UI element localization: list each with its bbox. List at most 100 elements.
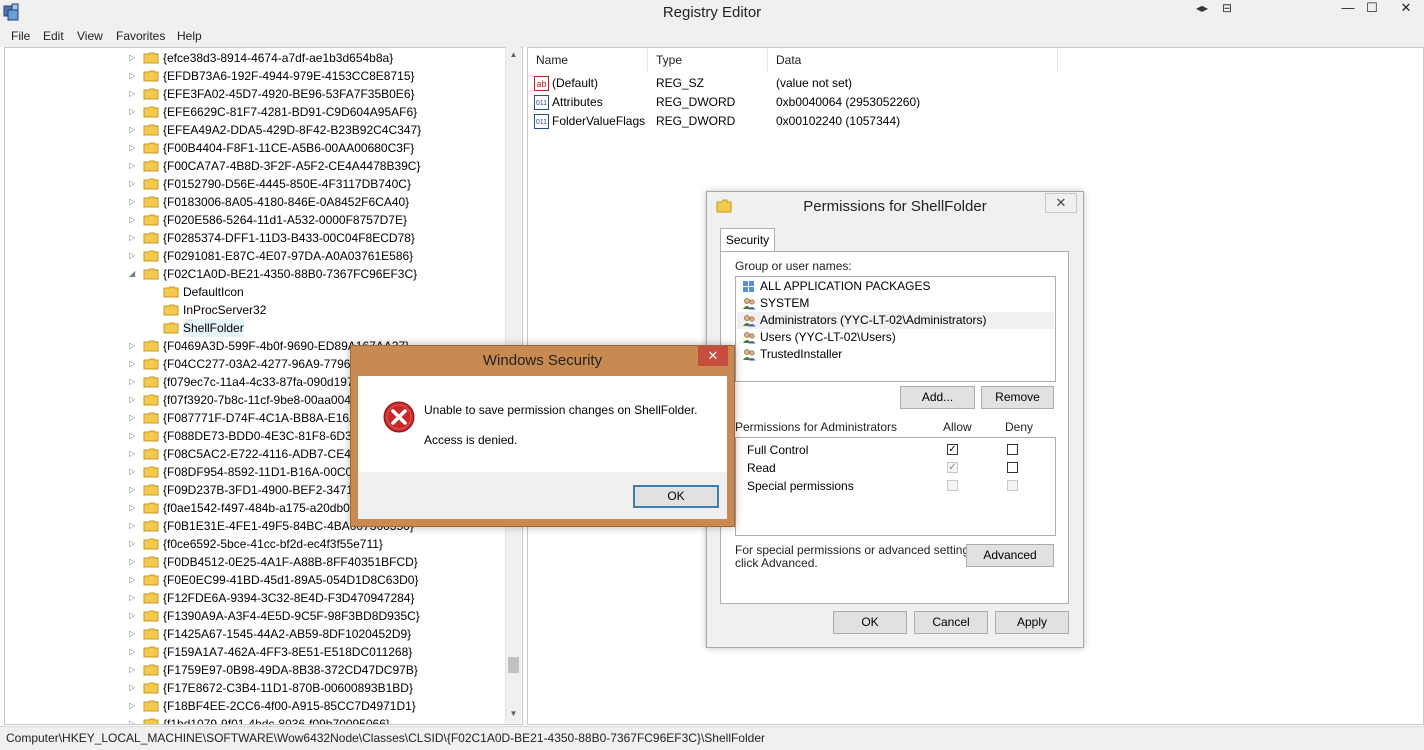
deny-checkbox[interactable] <box>1007 444 1018 455</box>
expand-arrow-icon[interactable]: ▷ <box>129 229 139 247</box>
expand-arrow-icon[interactable]: ▷ <box>129 337 139 355</box>
expand-arrow-icon[interactable]: ▷ <box>129 157 139 175</box>
expand-arrow-icon[interactable]: ▷ <box>129 517 139 535</box>
windows-security-dialog: Windows Security ✕ Unable to save permis… <box>350 345 735 527</box>
value-row[interactable]: 011 Attributes REG_DWORD 0xb0040064 (295305… <box>528 93 1058 112</box>
menu-bar: File Edit View Favorites Help <box>0 25 1424 47</box>
column-data[interactable]: Data <box>768 48 1058 72</box>
folder-icon <box>163 286 179 298</box>
layout-icon[interactable]: ⊟ <box>1222 1 1232 15</box>
tree-item-label: {f1bd1079-9f01-4bdc-8036-f09b70095066} <box>163 717 390 725</box>
column-type[interactable]: Type <box>648 48 768 72</box>
error-message: Unable to save permission changes on She… <box>424 403 698 417</box>
expand-arrow-icon[interactable]: ▷ <box>129 445 139 463</box>
expand-arrow-icon[interactable]: ▷ <box>129 643 139 661</box>
error-close-button[interactable]: ✕ <box>698 346 728 366</box>
folder-icon <box>163 322 179 334</box>
folder-icon <box>163 304 179 316</box>
allow-checkbox[interactable]: ✓ <box>947 444 958 455</box>
package-group-icon <box>743 281 754 292</box>
advanced-button[interactable]: Advanced <box>966 544 1054 567</box>
add-button[interactable]: Add... <box>900 386 975 409</box>
user-item[interactable]: ALL APPLICATION PACKAGES <box>737 278 1054 295</box>
close-button[interactable]: ✕ <box>1386 0 1424 22</box>
expand-arrow-icon[interactable]: ▷ <box>129 661 139 679</box>
value-row[interactable]: ab (Default) REG_SZ (value not set) <box>528 74 1058 93</box>
remove-button[interactable]: Remove <box>981 386 1054 409</box>
tree-item-label: InProcServer32 <box>183 303 267 317</box>
expand-arrow-icon[interactable]: ▷ <box>129 175 139 193</box>
user-group-icon <box>743 298 756 310</box>
folder-icon <box>143 484 159 496</box>
expand-arrow-icon[interactable]: ▷ <box>129 49 139 67</box>
scroll-thumb[interactable] <box>508 657 519 673</box>
permissions-for-label: Permissions for Administrators <box>735 420 898 434</box>
menu-edit[interactable]: Edit <box>43 29 64 43</box>
expand-arrow-icon[interactable]: ▷ <box>129 697 139 715</box>
expand-arrow-icon[interactable]: ▷ <box>129 391 139 409</box>
user-item[interactable]: TrustedInstaller <box>737 346 1054 363</box>
error-footer: OK <box>358 472 727 519</box>
expand-arrow-icon[interactable]: ▷ <box>129 211 139 229</box>
expand-arrow-icon[interactable]: ▷ <box>129 481 139 499</box>
expand-arrow-icon[interactable]: ▷ <box>129 247 139 265</box>
folder-icon <box>143 556 159 568</box>
menu-help[interactable]: Help <box>177 29 202 43</box>
folder-icon <box>143 124 159 136</box>
menu-file[interactable]: File <box>11 29 30 43</box>
user-item[interactable]: Administrators (YYC-LT-02\Administrators… <box>737 312 1054 329</box>
snap-icon[interactable]: ◂▸ <box>1196 1 1208 15</box>
expand-arrow-icon[interactable]: ▷ <box>129 103 139 121</box>
expand-arrow-icon[interactable]: ▷ <box>129 427 139 445</box>
folder-icon <box>143 412 159 424</box>
column-name[interactable]: Name <box>528 48 648 72</box>
tree-item-label: {F1759E97-0B98-49DA-8B38-372CD47DC97B} <box>163 663 418 677</box>
expand-arrow-icon[interactable]: ▷ <box>129 535 139 553</box>
expand-arrow-icon[interactable]: ▷ <box>129 553 139 571</box>
scroll-down-icon[interactable]: ▼ <box>506 709 521 718</box>
expand-arrow-icon[interactable]: ▷ <box>129 679 139 697</box>
apply-button[interactable]: Apply <box>995 611 1069 634</box>
expand-arrow-icon[interactable]: ▷ <box>129 355 139 373</box>
tree-item-label: {EFEA49A2-DDA5-429D-8F42-B23B92C4C347} <box>163 123 422 137</box>
collapse-arrow-icon[interactable]: ◢ <box>129 265 139 283</box>
expand-arrow-icon[interactable]: ▷ <box>129 409 139 427</box>
expand-arrow-icon[interactable]: ▷ <box>129 499 139 517</box>
binary-value-icon: 011 <box>534 95 549 110</box>
tab-security[interactable]: Security <box>720 228 775 252</box>
error-title: Windows Security <box>482 352 603 369</box>
expand-arrow-icon[interactable]: ▷ <box>129 715 139 724</box>
deny-checkbox[interactable] <box>1007 462 1018 473</box>
user-item[interactable]: SYSTEM <box>737 295 1054 312</box>
tree-item-label: {F00CA7A7-4B8D-3F2F-A5F2-CE4A4478B39C} <box>163 159 421 173</box>
expand-arrow-icon[interactable]: ▷ <box>129 373 139 391</box>
tree-item-label: {EFE3FA02-45D7-4920-BE96-53FA7F35B0E6} <box>163 87 415 101</box>
expand-arrow-icon[interactable]: ▷ <box>129 463 139 481</box>
menu-view[interactable]: View <box>77 29 103 43</box>
error-ok-button[interactable]: OK <box>633 485 719 508</box>
user-list[interactable]: ALL APPLICATION PACKAGES SYSTEM Administra… <box>735 276 1056 382</box>
folder-icon <box>143 196 159 208</box>
expand-arrow-icon[interactable]: ▷ <box>129 121 139 139</box>
expand-arrow-icon[interactable]: ▷ <box>129 85 139 103</box>
scroll-up-icon[interactable]: ▲ <box>506 50 521 59</box>
folder-icon <box>143 538 159 550</box>
expand-arrow-icon[interactable]: ▷ <box>129 571 139 589</box>
tree-item-label: {F020E586-5264-11d1-A532-0000F8757D7E} <box>163 213 407 227</box>
ok-button[interactable]: OK <box>833 611 907 634</box>
menu-favorites[interactable]: Favorites <box>116 29 165 43</box>
value-row[interactable]: 011 FolderValueFlags REG_DWORD 0x00102240 (… <box>528 112 1058 131</box>
expand-arrow-icon[interactable]: ▷ <box>129 193 139 211</box>
expand-arrow-icon[interactable]: ▷ <box>129 67 139 85</box>
user-item[interactable]: Users (YYC-LT-02\Users) <box>737 329 1054 346</box>
permissions-close-button[interactable]: ✕ <box>1045 193 1077 213</box>
tree-item-label: {F02C1A0D-BE21-4350-88B0-7367FC96EF3C} <box>163 267 418 281</box>
expand-arrow-icon[interactable]: ▷ <box>129 589 139 607</box>
expand-arrow-icon[interactable]: ▷ <box>129 607 139 625</box>
value-type: REG_DWORD <box>656 114 736 128</box>
expand-arrow-icon[interactable]: ▷ <box>129 139 139 157</box>
folder-icon <box>143 250 159 262</box>
binary-value-icon: 011 <box>534 114 549 129</box>
cancel-button[interactable]: Cancel <box>914 611 988 634</box>
expand-arrow-icon[interactable]: ▷ <box>129 625 139 643</box>
